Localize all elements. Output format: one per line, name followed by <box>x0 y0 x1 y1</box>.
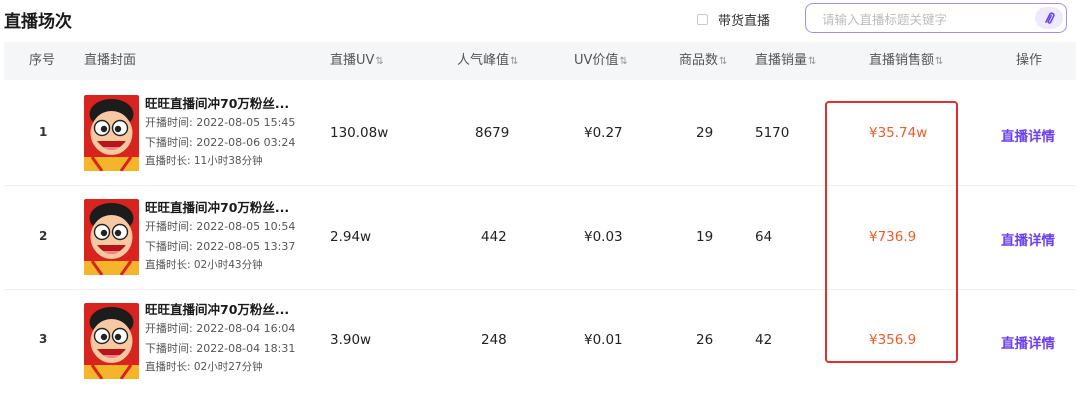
row-index: 1 <box>39 125 48 139</box>
row-index: 2 <box>39 229 48 243</box>
uv-value: 130.08w <box>330 125 389 141</box>
table-row: 3 旺旺直播间冲70万粉丝... 开播时间: 2022-08-04 16:04 … <box>4 289 1076 393</box>
column-index: 序号 <box>29 53 56 68</box>
column-goods-label: 商品数 <box>679 53 719 68</box>
link-search-icon <box>1045 12 1055 24</box>
sales-count: 5170 <box>755 125 790 141</box>
search-box <box>805 3 1067 33</box>
revenue-value: ¥35.74w <box>869 125 928 141</box>
peak-value: 248 <box>481 332 507 348</box>
live-title[interactable]: 旺旺直播间冲70万粉丝... <box>145 299 289 318</box>
live-duration: 直播时长: 11小时38分钟 <box>145 155 263 167</box>
page-title: 直播场次 <box>4 12 72 32</box>
live-cover-thumbnail[interactable] <box>84 303 139 379</box>
column-uv-value[interactable]: UV价值⇅ <box>574 42 628 80</box>
column-sales[interactable]: 直播销量⇅ <box>755 42 816 80</box>
live-commerce-filter-label[interactable]: 带货直播 <box>718 10 770 29</box>
column-uv[interactable]: 直播UV⇅ <box>330 42 384 80</box>
sort-icon[interactable]: ⇅ <box>808 56 816 67</box>
sort-icon[interactable]: ⇅ <box>375 56 383 67</box>
peak-value: 442 <box>481 229 507 245</box>
live-commerce-filter[interactable]: 带货直播 <box>697 10 770 29</box>
uv-price-value: ¥0.27 <box>584 125 623 141</box>
column-uv-value-label: UV价值 <box>574 53 619 68</box>
peak-value: 8679 <box>475 125 510 141</box>
column-peak-label: 人气峰值 <box>457 53 510 68</box>
live-duration: 直播时长: 02小时43分钟 <box>145 259 263 271</box>
top-bar: 直播场次 带货直播 <box>0 0 1080 40</box>
search-button[interactable] <box>1035 7 1063 29</box>
revenue-value: ¥736.9 <box>869 229 917 245</box>
column-goods[interactable]: 商品数⇅ <box>679 42 727 80</box>
live-commerce-checkbox[interactable] <box>697 14 708 25</box>
sort-icon[interactable]: ⇅ <box>510 56 518 67</box>
live-cover-thumbnail[interactable] <box>84 199 139 275</box>
live-start-time: 开播时间: 2022-08-05 15:45 <box>145 116 296 129</box>
uv-price-value: ¥0.03 <box>584 229 623 245</box>
search-input[interactable] <box>820 9 1024 29</box>
revenue-value: ¥356.9 <box>869 332 917 348</box>
table-row: 1 旺旺直播间冲70万粉丝... 开播时间: 2022-08-05 15:45 … <box>4 81 1076 186</box>
sales-count: 42 <box>755 332 773 348</box>
goods-count: 26 <box>696 332 714 348</box>
uv-value: 3.90w <box>330 332 372 348</box>
column-action: 操作 <box>1016 53 1043 68</box>
sales-count: 64 <box>755 229 773 245</box>
column-cover: 直播封面 <box>84 53 137 68</box>
live-start-time: 开播时间: 2022-08-05 10:54 <box>145 220 296 233</box>
uv-price-value: ¥0.01 <box>584 332 623 348</box>
live-end-time: 下播时间: 2022-08-06 03:24 <box>145 136 296 149</box>
table-row: 2 旺旺直播间冲70万粉丝... 开播时间: 2022-08-05 10:54 … <box>4 185 1076 290</box>
live-title[interactable]: 旺旺直播间冲70万粉丝... <box>145 197 289 216</box>
goods-count: 29 <box>696 125 714 141</box>
live-title[interactable]: 旺旺直播间冲70万粉丝... <box>145 93 289 112</box>
live-detail-link[interactable]: 直播详情 <box>1001 125 1055 145</box>
column-revenue-label: 直播销售额 <box>869 53 935 68</box>
column-revenue[interactable]: 直播销售额⇅ <box>869 42 943 80</box>
sort-icon[interactable]: ⇅ <box>719 56 727 67</box>
table-header: 序号 直播封面 直播UV⇅ 人气峰值⇅ UV价值⇅ 商品数⇅ 直播销量⇅ 直播销… <box>4 42 1076 80</box>
goods-count: 19 <box>696 229 714 245</box>
live-duration: 直播时长: 02小时27分钟 <box>145 361 263 373</box>
live-cover-thumbnail[interactable] <box>84 95 139 171</box>
uv-value: 2.94w <box>330 229 372 245</box>
column-uv-label: 直播UV <box>330 53 375 68</box>
row-index: 3 <box>39 332 48 346</box>
live-end-time: 下播时间: 2022-08-05 13:37 <box>145 240 296 253</box>
column-peak[interactable]: 人气峰值⇅ <box>457 42 518 80</box>
live-start-time: 开播时间: 2022-08-04 16:04 <box>145 322 296 335</box>
live-detail-link[interactable]: 直播详情 <box>1001 332 1055 352</box>
live-detail-link[interactable]: 直播详情 <box>1001 229 1055 249</box>
column-sales-label: 直播销量 <box>755 53 808 68</box>
live-end-time: 下播时间: 2022-08-04 18:31 <box>145 342 296 355</box>
sort-icon[interactable]: ⇅ <box>935 56 943 67</box>
sort-icon[interactable]: ⇅ <box>619 56 627 67</box>
